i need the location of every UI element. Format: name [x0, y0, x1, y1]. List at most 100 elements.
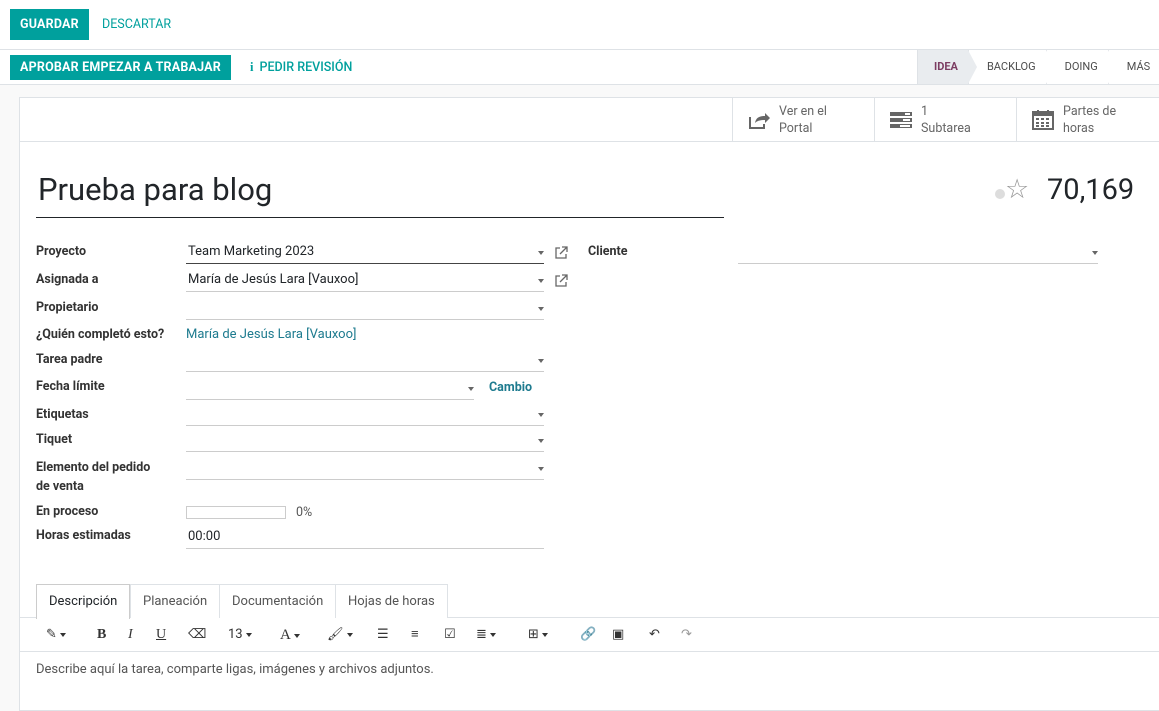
bold-button[interactable]: B — [97, 626, 106, 644]
font-color-icon: A — [280, 627, 291, 643]
priority-widget: ☆ 70,169 — [995, 173, 1145, 209]
save-button[interactable]: GUARDAR — [10, 9, 89, 40]
assigned-field[interactable]: María de Jesús Lara [Vauxoo] — [186, 270, 544, 292]
planned-hours-label: Horas estimadas — [36, 528, 131, 543]
tags-field[interactable] — [186, 404, 544, 426]
timesheets-label-line2: horas — [1063, 121, 1095, 136]
completed-by-label: ¿Quién completó esto? — [36, 327, 165, 342]
image-icon[interactable]: ▣ — [612, 626, 624, 644]
portal-label-line1: Ver en el — [779, 104, 827, 119]
control-panel: GUARDAR DESCARTAR — [0, 0, 1159, 50]
eraser-icon[interactable]: ⌫ — [188, 626, 206, 644]
form-sheet: Ver en el Portal 1 Subtarea Partes de ho… — [19, 97, 1159, 711]
request-review-button[interactable]: i PEDIR REVISIÓN — [244, 55, 358, 80]
external-link-icon[interactable] — [554, 246, 568, 260]
magic-wand-icon: ✎ — [46, 627, 57, 642]
share-icon — [749, 113, 770, 129]
font-size-value: 13 — [228, 627, 243, 642]
owner-field[interactable] — [186, 298, 544, 320]
paint-brush-icon: 🖌 — [327, 627, 344, 642]
parent-task-label: Tarea padre — [36, 352, 103, 367]
ticket-field[interactable] — [186, 430, 544, 452]
table-dropdown[interactable]: ⊞ — [528, 626, 548, 644]
underline-button[interactable]: U — [156, 626, 166, 644]
stage-idea[interactable]: IDEA — [917, 50, 977, 84]
tab-timesheets[interactable]: Hojas de horas — [335, 584, 448, 618]
subtask-smart-button[interactable]: 1 Subtarea — [874, 98, 1016, 142]
italic-button[interactable]: I — [128, 626, 133, 644]
tasks-icon — [890, 112, 912, 128]
progress-percent: 0% — [296, 505, 313, 520]
stage-doing[interactable]: DOING — [1045, 50, 1117, 84]
align-left-icon: ≣ — [476, 627, 487, 642]
timesheets-smart-button[interactable]: Partes de horas — [1016, 98, 1158, 142]
ticket-label: Tiquet — [36, 432, 73, 447]
portal-smart-button[interactable]: Ver en el Portal — [732, 98, 874, 142]
chevron-down-icon[interactable] — [538, 439, 544, 443]
portal-label-line2: Portal — [779, 121, 813, 136]
font-size-dropdown[interactable]: 13 — [228, 626, 252, 644]
notebook-tabs: Descripción Planeación Documentación Hoj… — [20, 584, 1159, 619]
owner-label: Propietario — [36, 300, 99, 315]
project-field[interactable]: Team Marketing 2023 — [186, 242, 544, 264]
tab-description[interactable]: Descripción — [36, 584, 131, 619]
bullet-list-icon[interactable]: ☰ — [377, 626, 389, 644]
completed-by-link[interactable]: María de Jesús Lara [Vauxoo] — [186, 326, 356, 344]
subtask-label: Subtarea — [921, 121, 971, 136]
tags-label: Etiquetas — [36, 407, 89, 422]
project-label: Proyecto — [36, 244, 87, 259]
kanban-state-dot[interactable] — [995, 189, 1005, 199]
form-statusbar: APROBAR EMPEZAR A TRABAJAR i PEDIR REVISI… — [0, 50, 1159, 85]
highlight-dropdown[interactable]: 🖌 — [327, 626, 353, 644]
style-dropdown[interactable]: ✎ — [46, 626, 66, 644]
tab-planning[interactable]: Planeación — [130, 584, 221, 618]
star-icon[interactable]: ☆ — [1005, 174, 1029, 204]
sale-line-field[interactable] — [186, 458, 544, 480]
editor-toolbar: ✎ B I U ⌫ 13 A 🖌 ☰ ≡ ☑ ≣ ⊞ 🔗 ▣ ↶ ↷ — [20, 618, 1159, 652]
smart-button-box: Ver en el Portal 1 Subtarea Partes de ho… — [20, 98, 1159, 142]
sale-line-label-1: Elemento del pedido — [36, 460, 151, 475]
customer-label: Cliente — [588, 244, 628, 259]
approve-start-button[interactable]: APROBAR EMPEZAR A TRABAJAR — [10, 55, 231, 80]
description-editor[interactable]: Describe aquí la tarea, comparte ligas, … — [36, 661, 434, 679]
request-review-label: PEDIR REVISIÓN — [259, 60, 353, 75]
chevron-down-icon[interactable] — [538, 413, 544, 417]
info-icon: i — [250, 60, 254, 74]
font-color-dropdown[interactable]: A — [280, 626, 300, 644]
discard-button[interactable]: DESCARTAR — [94, 9, 179, 40]
chevron-down-icon[interactable] — [538, 359, 544, 363]
subtask-count: 1 — [921, 104, 929, 119]
progress-bar — [186, 506, 286, 519]
deadline-label: Fecha límite — [36, 379, 105, 394]
deadline-field[interactable] — [186, 378, 474, 400]
task-title-input[interactable]: Prueba para blog — [36, 170, 724, 218]
redo-icon[interactable]: ↷ — [681, 626, 692, 644]
stage-selector: IDEA BACKLOG DOING MÁS — [917, 50, 1159, 84]
chevron-down-icon[interactable] — [538, 251, 544, 255]
numbered-list-icon[interactable]: ≡ — [411, 626, 419, 644]
chevron-down-icon[interactable] — [538, 467, 544, 471]
deadline-change-button[interactable]: Cambio — [489, 379, 532, 397]
external-link-icon[interactable] — [554, 274, 568, 288]
priority-value: 70,169 — [1047, 173, 1135, 207]
timesheets-label-line1: Partes de — [1063, 104, 1117, 119]
customer-field[interactable] — [738, 242, 1098, 264]
calendar-icon — [1032, 110, 1054, 130]
checklist-icon[interactable]: ☑ — [444, 626, 456, 644]
planned-hours-field[interactable]: 00:00 — [186, 527, 544, 549]
chevron-down-icon[interactable] — [538, 279, 544, 283]
chevron-down-icon[interactable] — [538, 307, 544, 311]
assigned-label: Asignada a — [36, 272, 99, 287]
assigned-value: María de Jesús Lara [Vauxoo] — [188, 272, 359, 287]
link-icon[interactable]: 🔗 — [580, 626, 596, 644]
align-dropdown[interactable]: ≣ — [476, 626, 496, 644]
chevron-down-icon[interactable] — [1092, 251, 1098, 255]
project-value: Team Marketing 2023 — [188, 244, 315, 259]
chevron-down-icon[interactable] — [468, 387, 474, 391]
in-progress-label: En proceso — [36, 504, 99, 519]
table-icon: ⊞ — [528, 627, 539, 642]
parent-task-field[interactable] — [186, 350, 544, 372]
undo-icon[interactable]: ↶ — [649, 626, 660, 644]
tab-documentation[interactable]: Documentación — [219, 584, 337, 618]
stage-backlog[interactable]: BACKLOG — [967, 50, 1055, 84]
